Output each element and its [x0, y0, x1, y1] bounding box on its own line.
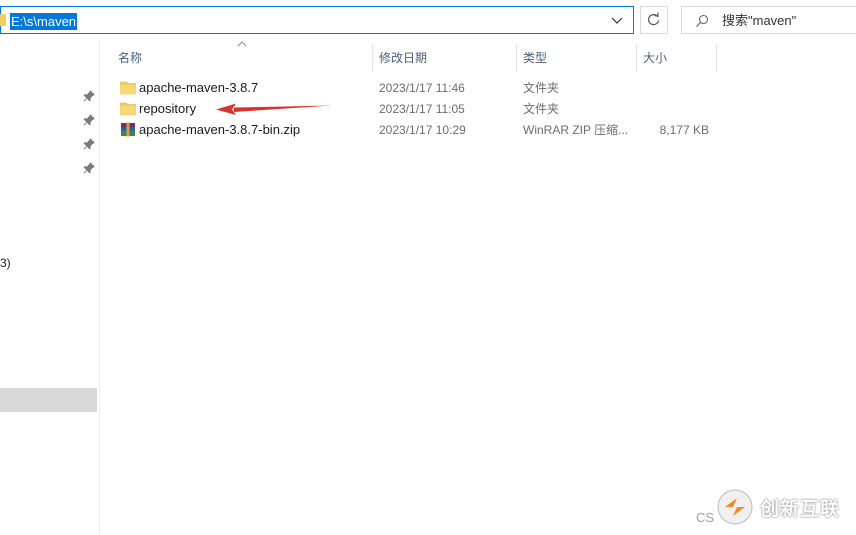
file-row[interactable]: repository 2023/1/17 11:05 文件夹: [110, 98, 720, 119]
search-placeholder: 搜索"maven": [722, 13, 797, 28]
pane-divider[interactable]: [99, 40, 100, 535]
chevron-down-icon[interactable]: [607, 12, 627, 30]
search-icon: [696, 14, 709, 27]
file-name[interactable]: repository: [139, 100, 196, 117]
pin-icon[interactable]: [82, 161, 96, 175]
file-row[interactable]: apache-maven-3.8.7 2023/1/17 11:46 文件夹: [110, 77, 720, 98]
column-separator[interactable]: [636, 44, 637, 72]
file-date: 2023/1/17 11:46: [379, 81, 465, 95]
address-path[interactable]: E:\s\maven: [10, 13, 78, 30]
pin-icon[interactable]: [82, 89, 96, 103]
address-bar[interactable]: E:\s\maven: [0, 6, 634, 34]
watermark-cs: CS: [696, 510, 715, 525]
file-type: 文件夹: [523, 81, 560, 95]
folder-icon: [0, 14, 6, 26]
column-header-date[interactable]: 修改日期: [379, 44, 427, 72]
watermark-brand: 创新互联: [760, 499, 841, 520]
pin-icon[interactable]: [82, 137, 96, 151]
column-header-name[interactable]: 名称: [118, 44, 142, 72]
sort-ascending-icon: [237, 41, 247, 47]
file-row[interactable]: apache-maven-3.8.7-bin.zip 2023/1/17 10:…: [110, 119, 720, 140]
nav-item-label[interactable]: 3): [0, 256, 11, 270]
column-header-size[interactable]: 大小: [643, 44, 667, 72]
file-size: 8,177 KB: [659, 123, 709, 137]
winrar-archive-icon: [121, 122, 135, 137]
folder-icon: [120, 81, 136, 95]
file-type: WinRAR ZIP 压缩...: [523, 123, 629, 137]
brand-logo-icon: [717, 489, 753, 525]
file-name[interactable]: apache-maven-3.8.7-bin.zip: [139, 121, 300, 138]
column-separator[interactable]: [372, 44, 373, 72]
nav-item-selected[interactable]: [0, 388, 97, 412]
column-header-type[interactable]: 类型: [523, 44, 547, 72]
annotation-arrow: [216, 103, 332, 115]
pin-icon[interactable]: [82, 113, 96, 127]
folder-icon: [120, 102, 136, 116]
refresh-button[interactable]: [640, 6, 668, 34]
file-date: 2023/1/17 10:29: [379, 123, 466, 137]
search-input[interactable]: 搜索"maven": [681, 6, 856, 34]
refresh-icon: [647, 12, 660, 26]
column-separator[interactable]: [516, 44, 517, 72]
file-date: 2023/1/17 11:05: [379, 102, 465, 116]
file-type: 文件夹: [523, 102, 560, 116]
file-name[interactable]: apache-maven-3.8.7: [139, 79, 258, 96]
column-separator[interactable]: [716, 44, 717, 72]
